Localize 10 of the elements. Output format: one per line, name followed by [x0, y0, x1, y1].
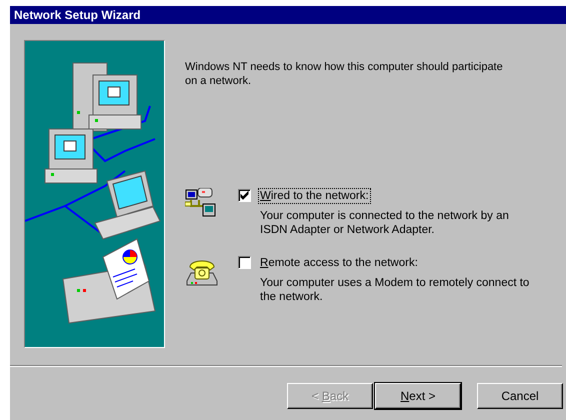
intro-text: Windows NT needs to know how this computer should participate on a network.: [185, 60, 504, 88]
checkbox[interactable]: [238, 189, 251, 202]
option-description: Your computer uses a Modem to remotely connect to the network.: [260, 276, 530, 304]
wizard-button[interactable]: Next >: [375, 383, 461, 409]
window-title: Network Setup Wizard: [10, 6, 566, 24]
wizard-button[interactable]: Cancel: [477, 383, 563, 409]
option-description: Your computer is connected to the network by an ISDN Adapter or Network Adapter.: [260, 209, 510, 237]
checkbox[interactable]: [238, 256, 251, 269]
checkbox-label[interactable]: Remote access to the network:: [258, 255, 420, 271]
checkbox-label[interactable]: Wired to the network:: [258, 188, 371, 204]
